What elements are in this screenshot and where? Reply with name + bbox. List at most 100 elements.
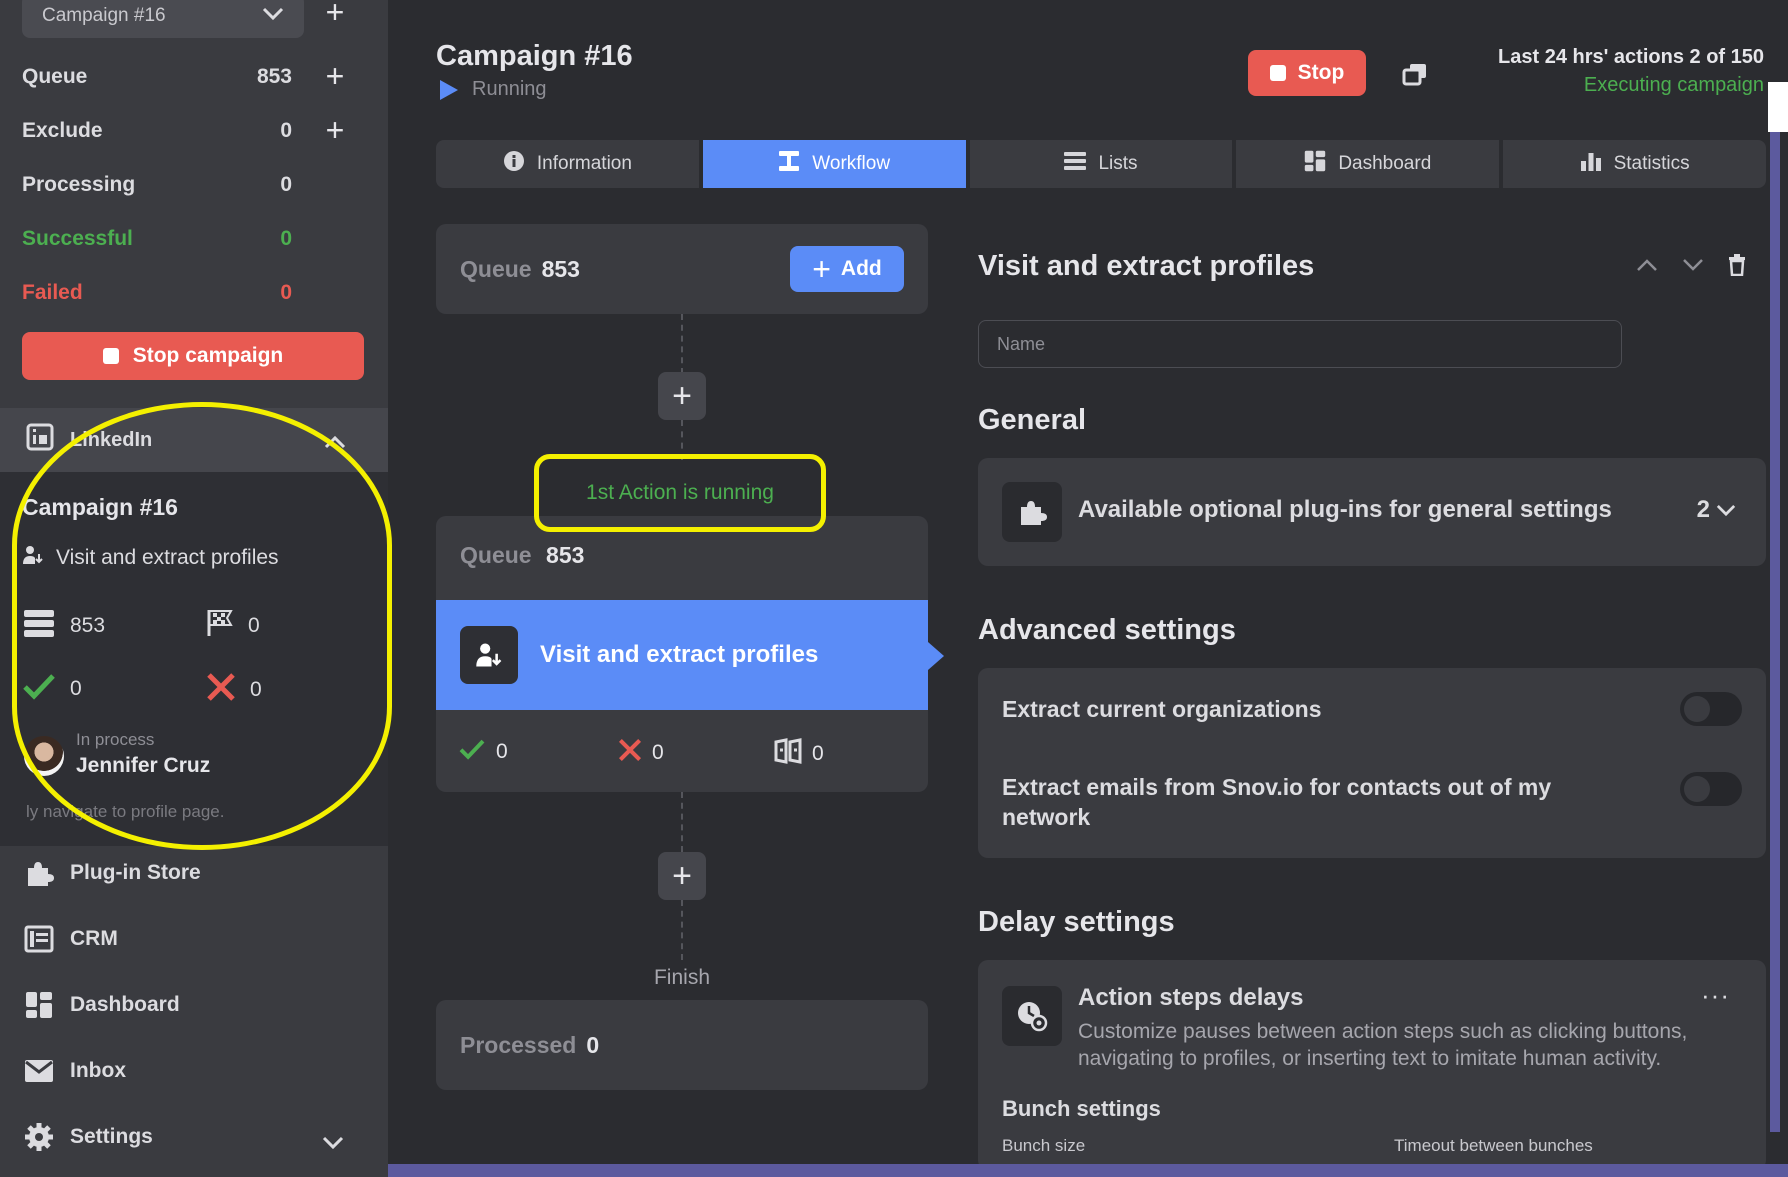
skip-icon (774, 738, 802, 770)
connector-line (681, 792, 683, 852)
campaign-select[interactable]: Campaign #16 (22, 0, 304, 38)
nav-inbox[interactable]: Inbox (24, 1056, 126, 1086)
add-button[interactable]: + Add (790, 246, 904, 292)
nav-settings[interactable]: Settings (24, 1122, 153, 1152)
check-icon (458, 738, 486, 766)
bunch-timeout-label: Timeout between bunches (1394, 1136, 1593, 1155)
action-success-value: 0 (496, 740, 508, 763)
nav-dashboard[interactable]: Dashboard (24, 990, 180, 1020)
tab-statistics[interactable]: Statistics (1503, 140, 1766, 188)
chevron-down-icon[interactable] (1682, 258, 1704, 277)
add-label: Add (840, 257, 882, 280)
stat-label: Successful (22, 227, 133, 250)
clock-gear-icon (1002, 986, 1062, 1046)
step-queue-label: Queue (460, 542, 532, 568)
tab-lists[interactable]: Lists (969, 140, 1233, 188)
puzzle-icon (1002, 482, 1062, 542)
extract-organizations-toggle[interactable] (1680, 692, 1742, 726)
queue-value: 853 (541, 255, 580, 282)
stop-button[interactable]: Stop (1248, 50, 1366, 96)
insert-step-button[interactable]: + (658, 372, 706, 420)
linkedin-queue-stat: 853 (22, 608, 105, 644)
stat-label: Failed (22, 281, 83, 304)
plugins-card[interactable]: Available optional plug-ins for general … (978, 458, 1766, 566)
chevron-up-icon[interactable] (1636, 258, 1658, 277)
stat-failed: Failed 0 (22, 276, 292, 310)
stat-label: Processing (22, 173, 136, 196)
gear-icon (24, 1122, 54, 1152)
panel-controls (1636, 254, 1746, 281)
bottom-bar (388, 1164, 1788, 1177)
plugins-count: 2 (1696, 496, 1710, 523)
bunch-heading: Bunch settings (1002, 1096, 1161, 1121)
bunch-size-label: Bunch size (1002, 1136, 1086, 1155)
nav-label: Dashboard (70, 993, 180, 1016)
add-campaign-button[interactable]: + (322, 0, 348, 28)
in-process-person: Jennifer Cruz (76, 754, 211, 777)
stop-campaign-label: Stop campaign (132, 344, 284, 367)
duplicate-icon[interactable] (1402, 62, 1428, 86)
linkedin-failed-stat: 0 (206, 672, 262, 708)
linkedin-queue-value: 853 (70, 614, 106, 637)
tab-information[interactable]: Information (436, 140, 699, 188)
nav-label: Settings (70, 1125, 153, 1148)
step-queue-value: 853 (546, 542, 585, 568)
nav-plugin-store[interactable]: Plug-in Store (24, 858, 201, 888)
more-icon[interactable]: ··· (1701, 980, 1730, 1011)
check-icon (22, 672, 56, 706)
statistics-icon (1580, 151, 1602, 177)
advanced-heading: Advanced settings (978, 614, 1236, 646)
delay-heading: Delay settings (978, 906, 1175, 938)
stat-value: 0 (280, 281, 292, 304)
linkedin-section-header[interactable]: LinkedIn (0, 408, 388, 472)
extract-organizations-label: Extract current organizations (1002, 696, 1322, 722)
tab-label: Lists (1098, 153, 1138, 174)
user-download-icon (460, 626, 518, 684)
connector-line (681, 900, 683, 960)
action-failed-stat: 0 (618, 738, 664, 768)
trash-icon[interactable] (1728, 254, 1746, 281)
action-step-visit-extract[interactable]: Visit and extract profiles (436, 600, 928, 710)
app: Campaign #16 + Queue 853 + Exclude 0 + P… (0, 0, 1788, 1177)
x-icon (618, 738, 642, 768)
add-exclude-button[interactable]: + (322, 114, 348, 146)
stat-value: 0 (280, 227, 292, 250)
linkedin-finished-stat: 0 (206, 608, 260, 644)
extract-emails-label: Extract emails from Snov.io for contacts… (1002, 772, 1551, 832)
workflow-icon (778, 150, 800, 178)
linkedin-success-value: 0 (70, 677, 82, 700)
linkedin-campaign-title: Campaign #16 (22, 494, 178, 520)
insert-step-button[interactable]: + (658, 852, 706, 900)
stat-exclude: Exclude 0 (22, 114, 292, 148)
plus-icon: + (812, 251, 831, 287)
scrollbar[interactable] (1770, 132, 1780, 1132)
extract-emails-line: network (1002, 804, 1091, 830)
crm-icon (24, 924, 54, 954)
settings-chevron-down-icon[interactable] (322, 1136, 344, 1155)
nav-crm[interactable]: CRM (24, 924, 118, 954)
linkedin-label: LinkedIn (70, 428, 153, 451)
advanced-card: Extract current organizations Extract em… (978, 668, 1766, 858)
stat-label: Exclude (22, 119, 103, 142)
tab-workflow[interactable]: Workflow (702, 140, 966, 188)
linkedin-failed-value: 0 (250, 678, 262, 701)
chevron-up-icon (324, 432, 346, 455)
tab-dashboard[interactable]: Dashboard (1236, 140, 1500, 188)
add-queue-button[interactable]: + (322, 60, 348, 92)
stat-queue: Queue 853 (22, 60, 292, 94)
action-skipped-stat: 0 (774, 738, 824, 770)
avatar (24, 736, 64, 776)
queue-label: Queue (460, 255, 532, 282)
status-label: Running (472, 78, 547, 100)
processed-card: Processed 0 (436, 1000, 928, 1090)
action-failed-value: 0 (652, 741, 664, 764)
extract-emails-line: Extract emails from Snov.io for contacts… (1002, 774, 1552, 800)
stat-label: Queue (22, 65, 88, 88)
processed-label: Processed (460, 1031, 577, 1058)
running-text: 1st Action is running (586, 481, 774, 504)
name-input[interactable] (978, 320, 1622, 368)
in-process-label: In process (76, 730, 155, 749)
delay-card: Action steps delays ··· Customize pauses… (978, 960, 1766, 1170)
stop-campaign-button[interactable]: Stop campaign (22, 332, 364, 380)
extract-emails-toggle[interactable] (1680, 772, 1742, 806)
